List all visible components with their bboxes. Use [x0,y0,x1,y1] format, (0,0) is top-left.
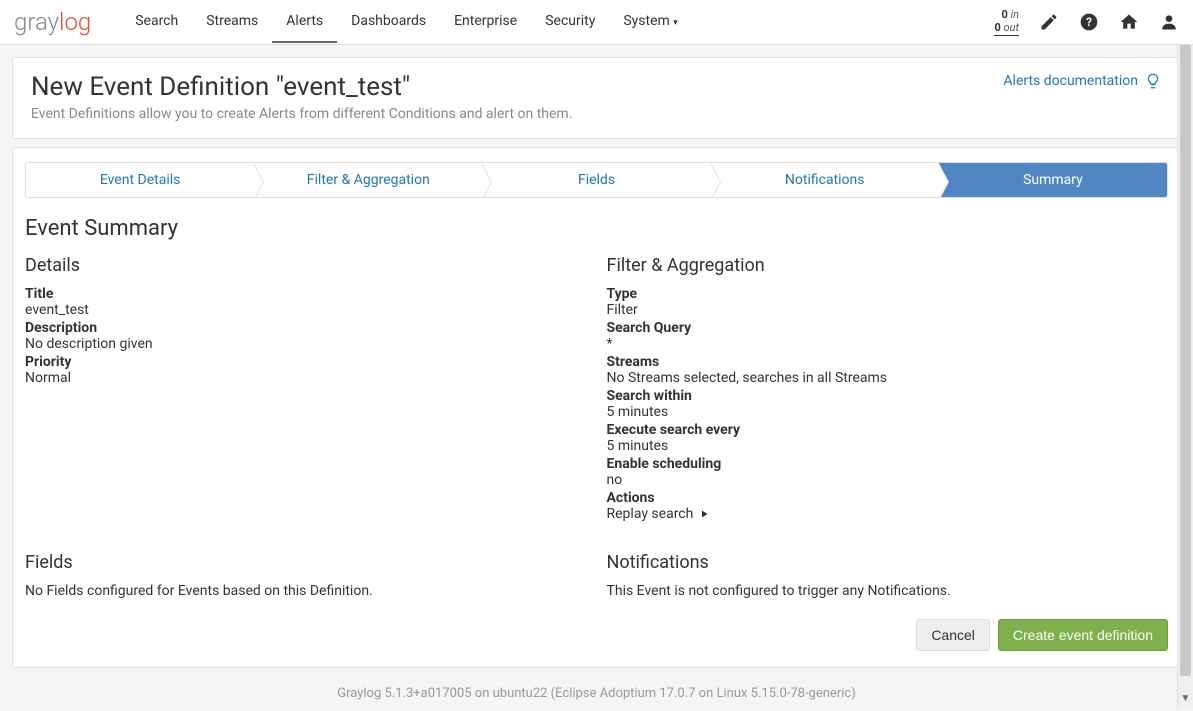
step-filter-aggregation[interactable]: Filter & Aggregation [254,163,482,197]
fields-text: No Fields configured for Events based on… [25,583,587,599]
vertical-scrollbar[interactable]: ▲ ▼ [1177,45,1193,709]
nav-enterprise[interactable]: Enterprise [440,1,531,43]
title-label: Title [25,286,587,302]
logo-gray: gray [14,8,59,36]
page-subtitle: Event Definitions allow you to create Al… [31,106,572,122]
event-summary-heading: Event Summary [25,216,1168,241]
scroll-down-icon[interactable]: ▼ [1178,693,1193,709]
play-icon [698,508,710,520]
filter-column: Filter & Aggregation Type Filter Search … [607,255,1169,524]
alerts-documentation-link[interactable]: Alerts documentation [1003,72,1162,90]
enable-scheduling-label: Enable scheduling [607,456,1169,472]
execute-every-label: Execute search every [607,422,1169,438]
filter-heading: Filter & Aggregation [607,255,1169,276]
scrollbar-thumb[interactable] [1180,45,1191,676]
details-column: Details Title event_test Description No … [25,255,587,524]
logo[interactable]: graylog [14,8,91,36]
execute-every-value: 5 minutes [607,438,1169,454]
replay-search-link[interactable]: Replay search [607,506,711,522]
nav-streams[interactable]: Streams [192,1,272,43]
nav-alerts[interactable]: Alerts [272,1,337,43]
chevron-down-icon: ▾ [673,18,678,28]
fields-column: Fields No Fields configured for Events b… [25,552,587,601]
enable-scheduling-value: no [607,472,1169,488]
search-query-value: * [607,336,1169,352]
nav-dashboards[interactable]: Dashboards [337,1,440,43]
logo-log: log [59,8,91,36]
notifications-heading: Notifications [607,552,1169,573]
notifications-column: Notifications This Event is not configur… [607,552,1169,601]
step-event-details[interactable]: Event Details [26,163,254,197]
help-icon[interactable]: ? [1079,12,1099,32]
search-within-label: Search within [607,388,1169,404]
create-event-definition-button[interactable]: Create event definition [998,619,1168,651]
streams-label: Streams [607,354,1169,370]
priority-label: Priority [25,354,587,370]
cancel-button[interactable]: Cancel [916,619,990,651]
nav-security[interactable]: Security [531,1,609,43]
scratchpad-icon[interactable] [1039,12,1059,32]
actions-label: Actions [607,490,1169,506]
user-icon[interactable] [1159,12,1179,32]
fields-heading: Fields [25,552,587,573]
description-label: Description [25,320,587,336]
nav-links: Search Streams Alerts Dashboards Enterpr… [121,1,692,43]
type-value: Filter [607,302,1169,318]
step-fields[interactable]: Fields [482,163,710,197]
search-within-value: 5 minutes [607,404,1169,420]
step-summary[interactable]: Summary [939,163,1167,197]
form-actions: Cancel Create event definition [25,619,1168,651]
description-value: No description given [25,336,587,352]
title-card: New Event Definition "event_test" Event … [12,57,1181,139]
top-nav: graylog Search Streams Alerts Dashboards… [0,0,1193,45]
notifications-text: This Event is not configured to trigger … [607,583,1169,599]
step-notifications[interactable]: Notifications [711,163,939,197]
wizard-card: Event Details Filter & Aggregation Field… [12,147,1181,668]
title-value: event_test [25,302,587,318]
page-title: New Event Definition "event_test" [31,72,572,102]
lightbulb-icon [1144,72,1162,90]
footer-version: Graylog 5.1.3+a017005 on ubuntu22 (Eclip… [12,668,1181,711]
home-icon[interactable] [1119,12,1139,32]
streams-value: No Streams selected, searches in all Str… [607,370,1169,386]
throughput-indicator: 0 in 0 out [994,8,1019,36]
search-query-label: Search Query [607,320,1169,336]
nav-system[interactable]: System ▾ [609,1,691,43]
priority-value: Normal [25,370,587,386]
wizard-steps: Event Details Filter & Aggregation Field… [25,162,1168,198]
svg-text:?: ? [1086,15,1092,29]
type-label: Type [607,286,1169,302]
details-heading: Details [25,255,587,276]
top-icons: ? [1039,12,1179,32]
nav-search[interactable]: Search [121,1,192,43]
